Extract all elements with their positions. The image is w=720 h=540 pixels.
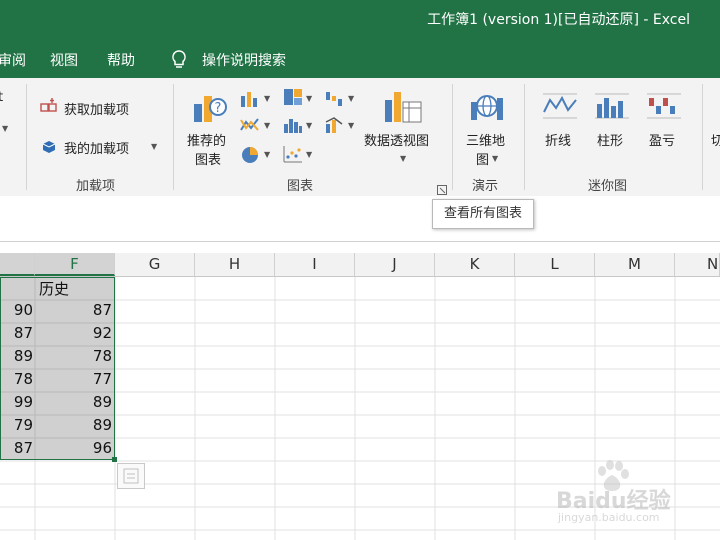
my-addins-icon: [40, 137, 58, 159]
sparkline-column-button[interactable]: 柱形: [597, 130, 623, 149]
chevron-down-icon[interactable]: ▼: [348, 94, 354, 103]
cell-f[interactable]: 89: [35, 393, 112, 411]
chevron-down-icon[interactable]: ▼: [264, 121, 270, 130]
cell-f-header[interactable]: 历史: [39, 278, 69, 299]
window-title: 工作簿1 (version 1)[已自动还原] - Excel: [427, 12, 690, 28]
lightbulb-icon: [170, 49, 188, 75]
cell-e[interactable]: 87: [0, 324, 33, 342]
svg-text:?: ?: [215, 101, 222, 116]
cell-e[interactable]: 99: [0, 393, 33, 411]
column-header-i[interactable]: I: [275, 253, 355, 276]
cell-f[interactable]: 78: [35, 347, 112, 365]
line-chart-icon[interactable]: [240, 116, 260, 138]
group-label-tours: 演示: [472, 179, 499, 194]
globe-map-icon: [469, 88, 505, 128]
group-label-addins: 加载项: [76, 179, 116, 194]
column-header-h[interactable]: H: [195, 253, 275, 276]
fill-handle[interactable]: [112, 457, 117, 462]
cell-e[interactable]: 79: [0, 416, 33, 434]
sparkline-winloss-button[interactable]: 盈亏: [649, 130, 675, 149]
worksheet-grid[interactable]: 历史 90 87 87 92 89 78 78 77 99 89 79 89 8…: [0, 277, 720, 540]
waterfall-chart-icon[interactable]: [325, 90, 345, 112]
pivot-chart-button[interactable]: 数据透视图: [364, 130, 429, 149]
ribbon: t ▼ 获取加载项 我的加载项 ▼ 加载项 ? 推荐的 图表 ▼ ▼ ▼ ▼ ▼…: [0, 78, 720, 197]
sparkline-winloss-icon: [646, 92, 682, 124]
recommended-charts-label[interactable]: 图表: [195, 149, 221, 168]
quick-analysis-button[interactable]: [117, 463, 145, 489]
chevron-down-icon[interactable]: ▼: [151, 142, 157, 151]
column-chart-icon[interactable]: [240, 90, 260, 112]
chevron-down-icon[interactable]: ▼: [264, 150, 270, 159]
column-header-n[interactable]: N: [675, 253, 720, 276]
chevron-down-icon[interactable]: ▼: [400, 154, 406, 163]
group-separator: [702, 84, 703, 190]
group-label-charts: 图表: [287, 179, 314, 194]
group-label-sparklines: 迷你图: [588, 179, 628, 194]
chevron-down-icon[interactable]: ▼: [348, 121, 354, 130]
my-addins-button[interactable]: 我的加载项: [64, 138, 129, 157]
column-header-l[interactable]: L: [515, 253, 595, 276]
partial-right-label: 切: [711, 134, 720, 149]
sparkline-line-button[interactable]: 折线: [545, 130, 571, 149]
column-header-partial[interactable]: [0, 253, 35, 276]
cell-e[interactable]: 87: [0, 439, 33, 457]
column-header-f[interactable]: F: [35, 253, 115, 276]
hierarchy-chart-icon[interactable]: [283, 88, 303, 110]
column-header-row: F G H I J K L M N: [0, 253, 720, 277]
sparkline-line-icon: [542, 92, 578, 124]
group-separator: [524, 84, 525, 190]
group-separator: [452, 84, 453, 190]
tab-view[interactable]: 视图: [50, 50, 78, 70]
cell-f[interactable]: 77: [35, 370, 112, 388]
title-bar: 工作簿1 (version 1)[已自动还原] - Excel: [0, 0, 720, 40]
tab-review[interactable]: 审阅: [0, 50, 26, 70]
quick-analysis-icon: [123, 468, 139, 484]
chevron-down-icon[interactable]: ▼: [492, 154, 498, 163]
cell-e[interactable]: 89: [0, 347, 33, 365]
chevron-down-icon[interactable]: ▼: [306, 150, 312, 159]
combo-chart-icon[interactable]: [325, 116, 345, 138]
scatter-chart-icon[interactable]: [283, 145, 303, 167]
cell-f[interactable]: 92: [35, 324, 112, 342]
pie-chart-icon[interactable]: [240, 145, 260, 169]
cell-e[interactable]: 78: [0, 370, 33, 388]
column-header-m[interactable]: M: [595, 253, 675, 276]
chevron-down-icon: ▼: [2, 124, 9, 133]
sparkline-column-icon: [594, 92, 630, 124]
column-header-j[interactable]: J: [355, 253, 435, 276]
cell-e[interactable]: 90: [0, 301, 33, 319]
chevron-down-icon[interactable]: ▼: [264, 94, 270, 103]
3d-map-button[interactable]: 图: [476, 149, 489, 168]
chevron-down-icon[interactable]: ▼: [306, 94, 312, 103]
watermark-url: jingyan.baidu.com: [558, 511, 660, 524]
cell-f[interactable]: 96: [35, 439, 112, 457]
pivot-chart-icon: [383, 90, 423, 130]
recommended-charts-label[interactable]: 推荐的: [187, 130, 226, 149]
partial-left-label: t: [0, 90, 4, 105]
statistic-chart-icon[interactable]: [283, 116, 303, 138]
chevron-down-icon[interactable]: ▼: [306, 121, 312, 130]
formula-bar[interactable]: [0, 196, 720, 242]
3d-map-button[interactable]: 三维地: [466, 130, 505, 149]
tell-me-search[interactable]: 操作说明搜索: [202, 50, 286, 70]
group-separator: [173, 84, 174, 190]
cell-f[interactable]: 89: [35, 416, 112, 434]
baidu-watermark: Baidu经验 jingyan.baidu.com: [556, 457, 696, 527]
tab-help[interactable]: 帮助: [107, 50, 135, 70]
tooltip: 查看所有图表: [432, 199, 534, 229]
get-addins-button[interactable]: 获取加载项: [64, 99, 129, 118]
group-separator: [26, 84, 27, 190]
recommended-charts-icon: ?: [192, 90, 228, 128]
menu-bar: 审阅 视图 帮助 操作说明搜索: [0, 40, 720, 78]
cell-f[interactable]: 87: [35, 301, 112, 319]
column-header-k[interactable]: K: [435, 253, 515, 276]
column-header-g[interactable]: G: [115, 253, 195, 276]
store-icon: [40, 98, 58, 120]
